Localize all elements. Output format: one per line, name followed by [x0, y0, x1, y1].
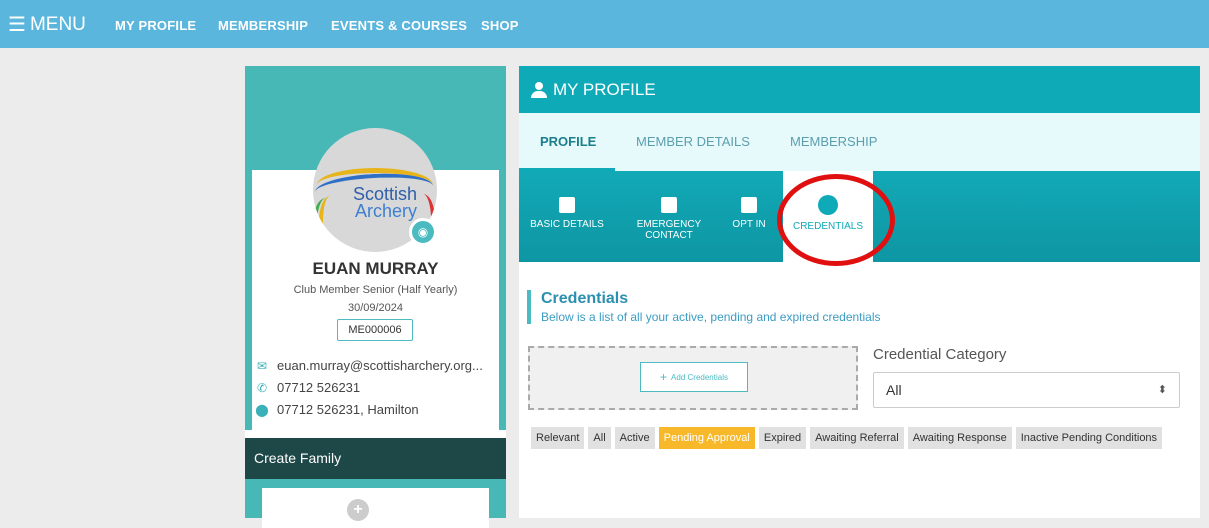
address-book-icon [661, 197, 677, 213]
phone-icon: ✆ [256, 380, 268, 395]
create-family-dropzone[interactable] [262, 488, 489, 528]
camera-icon[interactable]: ◉ [409, 218, 437, 246]
checklist-icon [741, 197, 757, 213]
scottish-archery-logo: Scottish Archery [353, 185, 418, 221]
nav-events-courses[interactable]: EVENTS & COURSES [331, 18, 467, 33]
nav-my-profile[interactable]: MY PROFILE [115, 18, 196, 33]
person-tie-icon [559, 197, 575, 213]
credentials-heading: Credentials Below is a list of all your … [527, 290, 881, 324]
panel-title: MY PROFILE [553, 79, 656, 99]
credential-category-label: Credential Category [873, 346, 1007, 363]
card-border-right [499, 170, 506, 430]
membership-type: Club Member Senior (Half Yearly) [293, 284, 458, 296]
profile-tabs: PROFILE MEMBER DETAILS MEMBERSHIP [519, 113, 1200, 171]
tab-profile[interactable]: PROFILE [540, 134, 596, 149]
tab-member-details[interactable]: MEMBER DETAILS [636, 134, 750, 149]
credentials-subtitle: Below is a list of all your active, pend… [541, 310, 881, 324]
add-credentials-dropzone: + Add Credentials [528, 346, 858, 410]
create-family-panel: + [245, 479, 506, 528]
top-navbar: ☰ MENU MY PROFILE MEMBERSHIP EVENTS & CO… [0, 0, 1209, 48]
credential-filters: Relevant All Active Pending Approval Exp… [531, 427, 1163, 449]
create-family-header: Create Family [245, 438, 506, 479]
nav-membership[interactable]: MEMBERSHIP [218, 18, 308, 33]
credentials-title: Credentials [541, 290, 629, 307]
filter-pending-approval[interactable]: Pending Approval [658, 427, 755, 449]
email-text: euan.murray@scottisharchery.org... [277, 358, 483, 373]
menu-button[interactable]: ☰ MENU [8, 14, 86, 36]
nav-shop[interactable]: SHOP [481, 18, 519, 33]
subtab-basic-details[interactable]: BASIC DETAILS [525, 171, 609, 262]
panel-header: MY PROFILE [519, 66, 1200, 113]
map-pin-icon: ⬤ [255, 402, 269, 417]
address-text: 07712 526231, Hamilton [277, 402, 419, 417]
user-icon [531, 81, 547, 98]
plus-icon: + [660, 370, 668, 384]
filter-inactive-pending-conditions[interactable]: Inactive Pending Conditions [1015, 427, 1163, 449]
filter-awaiting-referral[interactable]: Awaiting Referral [810, 427, 904, 449]
profile-card: Scottish Archery ◉ EUAN MURRAY Club Memb… [245, 66, 506, 528]
profile-name: EUAN MURRAY [312, 259, 439, 278]
card-border-left [245, 170, 252, 430]
credential-category-select[interactable]: All ⬍ [873, 372, 1180, 408]
logo-line2: Archery [355, 201, 418, 221]
membership-date: 30/09/2024 [347, 302, 404, 314]
filter-relevant[interactable]: Relevant [531, 427, 585, 449]
subtab-emergency-contact[interactable]: EMERGENCY CONTACT [629, 171, 709, 262]
subtab-label: EMERGENCY [636, 219, 702, 230]
annotation-circle [777, 174, 895, 266]
logo-arc [319, 196, 341, 246]
subtab-label: OPT IN [732, 219, 766, 230]
member-id-badge: ME000006 [337, 319, 413, 341]
menu-label: MENU [29, 14, 86, 35]
add-credentials-button[interactable]: + Add Credentials [640, 362, 748, 392]
subtab-label-line2: CONTACT [645, 230, 693, 241]
filter-awaiting-response[interactable]: Awaiting Response [907, 427, 1012, 449]
phone-row: ✆ 07712 526231 [255, 380, 360, 395]
main-panel: MY PROFILE PROFILE MEMBER DETAILS MEMBER… [519, 66, 1200, 518]
filter-active[interactable]: Active [614, 427, 655, 449]
email-row: ✉ euan.murray@scottisharchery.org... [255, 358, 483, 373]
hamburger-icon: ☰ [8, 14, 26, 36]
tab-membership[interactable]: MEMBERSHIP [790, 134, 877, 149]
filter-expired[interactable]: Expired [758, 427, 807, 449]
subtab-opt-in[interactable]: OPT IN [719, 171, 779, 262]
phone-text: 07712 526231 [277, 380, 361, 395]
subtab-label: BASIC DETAILS [530, 219, 604, 230]
select-arrows-icon: ⬍ [1157, 384, 1167, 396]
address-row: ⬤ 07712 526231, Hamilton [255, 402, 419, 417]
add-credentials-label: Add Credentials [671, 372, 728, 382]
select-value: All [886, 382, 902, 398]
envelope-icon: ✉ [256, 358, 268, 373]
filter-all[interactable]: All [588, 427, 611, 449]
